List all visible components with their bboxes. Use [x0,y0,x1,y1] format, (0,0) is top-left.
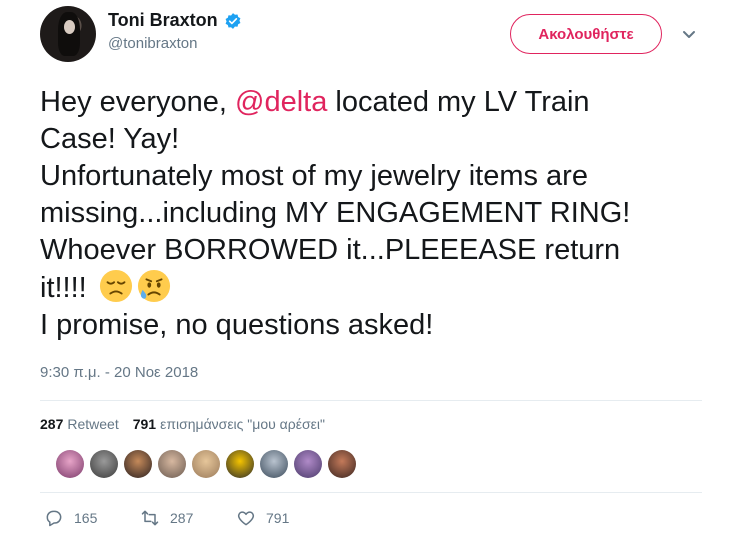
liker-avatar[interactable] [124,450,152,478]
tweet-timestamp[interactable]: 9:30 π.μ. - 20 Νοε 2018 [40,364,198,381]
tweet-text-segment: it!!!! [40,272,95,304]
tweet-text-segment: Hey everyone, [40,86,236,118]
retweet-button[interactable]: 287 [140,508,236,528]
tweet-actions: 165 287 791 [44,508,332,528]
sad-but-relieved-face-emoji-icon [137,269,170,303]
retweet-label: Retweet [67,416,119,432]
heart-icon [237,511,255,526]
like-count: 791 [132,416,157,432]
author-name-row[interactable]: Toni Braxton [108,10,242,31]
tweet-line-2: Case! Yay! [40,123,180,155]
mention-link[interactable]: @delta [235,86,327,118]
liker-avatar[interactable] [328,450,356,478]
tweet-text-segment: located my LV Train [327,86,590,118]
tweet-line-1: Hey everyone, @delta located my LV Train [40,84,710,121]
liker-avatar[interactable] [56,450,84,478]
follow-button[interactable]: Ακολουθήστε [510,14,662,54]
reply-button[interactable]: 165 [44,508,140,528]
chevron-down-icon[interactable] [681,26,697,42]
likers-avatars [56,450,356,480]
liker-avatar[interactable] [226,450,254,478]
tweet-line-7: I promise, no questions asked! [40,309,434,341]
like-action-count: 791 [266,510,290,526]
reply-icon [46,510,62,527]
author-block: Toni Braxton @tonibraxton [108,10,242,52]
retweet-count: 287 [40,416,64,432]
tweet-header: Toni Braxton @tonibraxton Ακολουθήστε [40,6,710,66]
retweet-icon [141,510,159,526]
retweet-stat[interactable]: 287 Retweet [40,416,119,432]
verified-badge-icon [225,12,241,29]
engagement-stats: 287 Retweet 791 επισημάνσεις "μου αρέσει… [40,416,335,432]
divider [40,492,702,493]
like-button[interactable]: 791 [236,508,332,528]
divider [40,400,702,401]
tweet-line-4: missing...including MY ENGAGEMENT RING! [40,197,631,229]
like-stat[interactable]: 791 επισημάνσεις "μου αρέσει" [133,416,325,432]
liker-avatar[interactable] [294,450,322,478]
like-label: επισημάνσεις "μου αρέσει" [160,416,325,432]
tweet-line-5: Whoever BORROWED it...PLEEEASE return [40,234,621,266]
liker-avatar[interactable] [192,450,220,478]
disappointed-face-emoji-icon [99,269,132,303]
avatar[interactable] [40,6,96,62]
tweet-line-3: Unfortunately most of my jewelry items a… [40,160,588,192]
tweet-line-6: it!!!! [40,269,710,307]
liker-avatar[interactable] [158,450,186,478]
display-name[interactable]: Toni Braxton [108,10,218,31]
retweet-action-count: 287 [170,510,194,526]
author-handle[interactable]: @tonibraxton [108,35,242,52]
liker-avatar[interactable] [260,450,288,478]
tweet-text: Hey everyone, @delta located my LV Train… [40,84,710,344]
liker-avatar[interactable] [90,450,118,478]
reply-count: 165 [74,510,98,526]
